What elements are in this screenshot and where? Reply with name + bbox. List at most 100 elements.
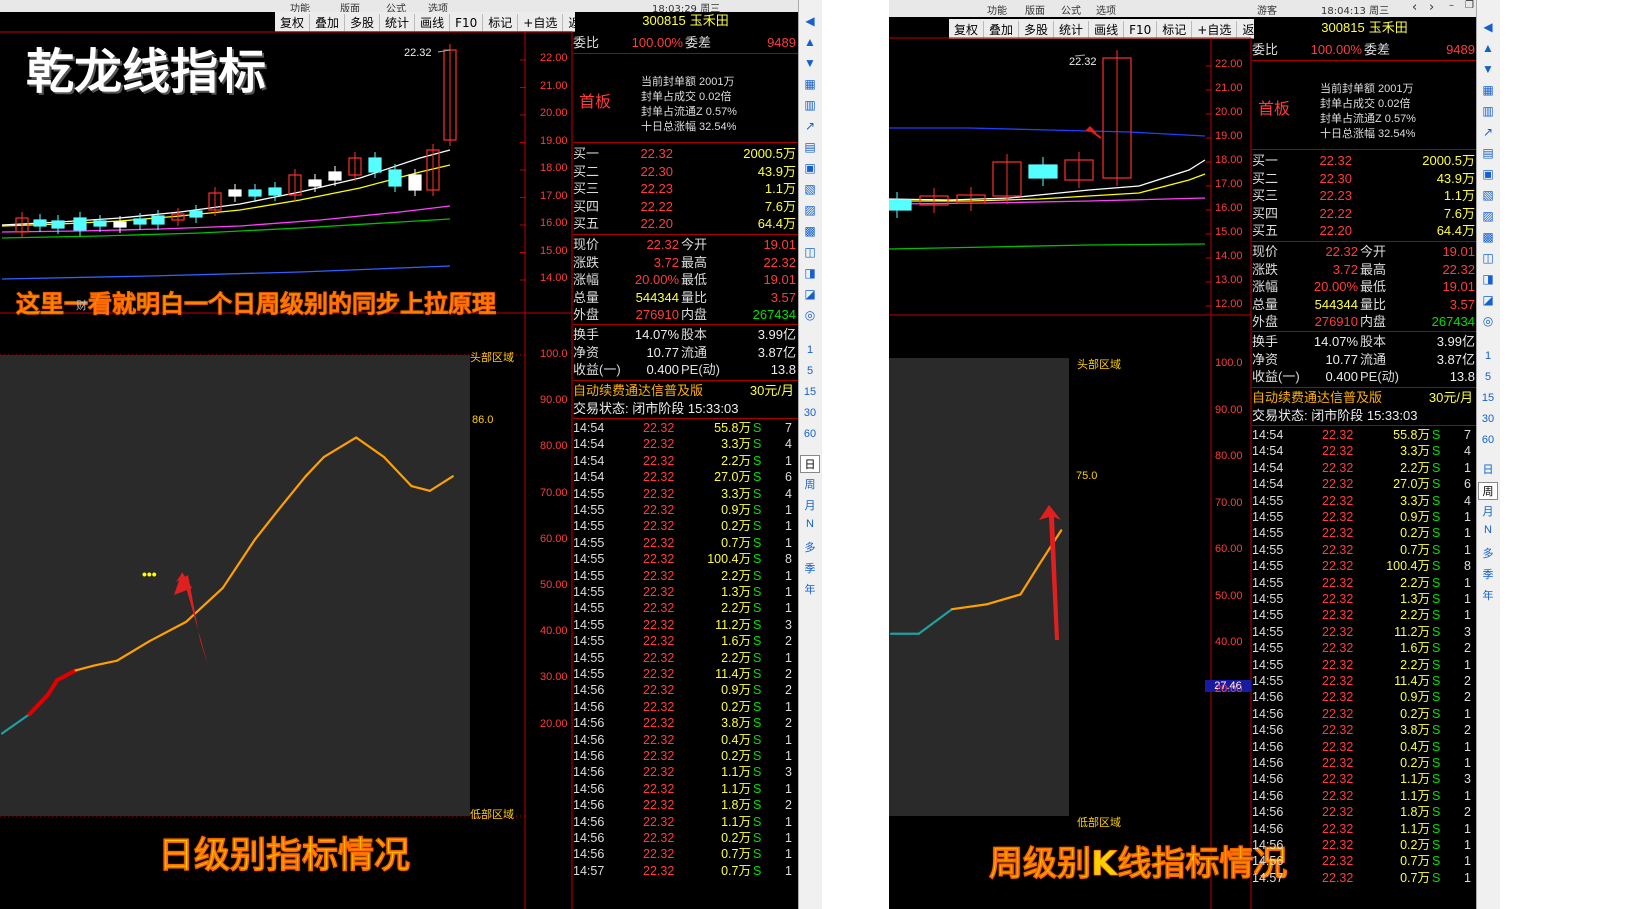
ad-row[interactable]: 自动续费通达信普及版 30元/月 (573, 382, 798, 399)
tick-side: S (753, 453, 762, 468)
tick-count: 1 (785, 847, 792, 862)
tool-icon[interactable]: ◀ (800, 14, 820, 28)
tick-side: S (1432, 592, 1441, 606)
tick-count: 2 (785, 798, 792, 813)
tool-icon[interactable]: ▤ (800, 140, 820, 154)
tool-icon[interactable]: ↗ (800, 119, 820, 133)
tool-icon[interactable]: ▤ (1478, 146, 1498, 160)
tool-icon[interactable]: ▥ (1478, 104, 1498, 118)
period-button[interactable]: 日 (800, 455, 820, 473)
period-button[interactable]: 15 (1478, 392, 1498, 404)
ad-price[interactable]: 30元/月 (750, 382, 794, 399)
ad-text[interactable]: 自动续费通达信普及版 (573, 383, 703, 398)
tool-icon[interactable]: ▣ (800, 161, 820, 175)
period-button[interactable]: 月 (1478, 503, 1498, 519)
tick-row: 14:55 22.32 3.3万 S 4 (573, 486, 798, 503)
tick-price: 22.32 (643, 814, 675, 829)
period-button[interactable]: 多 (800, 539, 820, 555)
tick-side: S (753, 486, 762, 501)
tool-icon[interactable]: ▲ (1478, 41, 1498, 55)
tick-volume: 0.9万 (721, 503, 751, 517)
tick-price: 22.32 (1322, 477, 1354, 492)
tick-price: 22.32 (1322, 444, 1354, 459)
tool-icon[interactable]: ▧ (1478, 188, 1498, 202)
period-button[interactable]: 60 (1478, 434, 1498, 446)
period-button[interactable]: 5 (1478, 371, 1498, 383)
tick-side: S (753, 863, 762, 878)
period-button[interactable]: 30 (800, 407, 820, 419)
divider (1252, 331, 1477, 332)
stat-value: 20.00% (634, 272, 679, 287)
period-button[interactable]: 季 (800, 560, 820, 576)
tool-icon[interactable]: ▼ (1478, 62, 1498, 76)
tool-icon[interactable]: ◀ (1478, 20, 1498, 34)
top-zone-label: 头部区域 (470, 352, 514, 364)
period-button[interactable]: 年 (800, 581, 820, 597)
tool-icon[interactable]: ◎ (800, 308, 820, 322)
tick-row: 14:54 22.32 2.2万 S 1 (573, 453, 798, 470)
axis-tick-label: 90.00 (1215, 403, 1243, 416)
tick-row: 14:55 22.32 11.2万 S 3 (1252, 624, 1477, 641)
tool-icon[interactable]: ▥ (800, 98, 820, 112)
tool-icon[interactable]: ◪ (1478, 293, 1498, 307)
divider (1252, 425, 1477, 426)
period-button[interactable]: 1 (800, 344, 820, 356)
tool-icon[interactable]: ▣ (1478, 167, 1498, 181)
tool-icon[interactable]: ◫ (800, 245, 820, 259)
tool-icon[interactable]: ↗ (1478, 125, 1498, 139)
tool-icon[interactable]: ▩ (1478, 230, 1498, 244)
ad-text[interactable]: 自动续费通达信普及版 (1252, 390, 1382, 405)
tool-icon[interactable]: ▲ (800, 35, 820, 49)
tick-row: 14:56 22.32 1.1万 S 1 (573, 814, 798, 831)
period-button[interactable]: 30 (1478, 413, 1498, 425)
tool-icon[interactable]: ▩ (800, 224, 820, 238)
tick-side: S (1432, 854, 1441, 869)
stat-value: 276910 (1314, 314, 1358, 329)
tool-icon[interactable]: ▧ (800, 182, 820, 196)
stat-row: 总量 544344 量比 3.57 (1252, 296, 1477, 313)
tick-time: 14:55 (1252, 542, 1284, 557)
period-button[interactable]: N (800, 518, 820, 530)
period-button[interactable]: 月 (800, 497, 820, 513)
tool-icon[interactable]: ◫ (1478, 251, 1498, 265)
tick-price: 22.32 (1322, 608, 1354, 623)
stat-label: 涨幅 (1252, 279, 1279, 294)
tick-volume: 11.2万 (1394, 624, 1430, 639)
tick-count: 1 (1464, 592, 1471, 606)
tool-icon[interactable]: ◪ (800, 287, 820, 301)
period-button[interactable]: 60 (800, 428, 820, 440)
stat-label: 最低 (681, 272, 708, 287)
period-button[interactable]: 5 (800, 365, 820, 377)
bid-volume: 7.6万 (1443, 205, 1475, 221)
bid-row: 买四 22.22 7.6万 (573, 198, 798, 215)
stock-name: 玉禾田 (689, 13, 729, 28)
stat-row: 净资 10.77 流通 3.87亿 (573, 344, 798, 361)
tool-icon[interactable]: ◨ (1478, 272, 1498, 286)
period-button[interactable]: 周 (800, 476, 820, 492)
bottom-zone-label: 低部区域 (1077, 817, 1121, 829)
divider (573, 380, 798, 381)
tick-volume: 27.0万 (714, 470, 751, 485)
ad-price[interactable]: 30元/月 (1429, 389, 1473, 406)
tick-side: S (1432, 870, 1441, 885)
tool-icon[interactable]: ◨ (800, 266, 820, 280)
tool-icon[interactable]: ▨ (800, 203, 820, 217)
period-button[interactable]: 季 (1478, 566, 1498, 582)
period-button[interactable]: 周 (1478, 482, 1498, 500)
tool-icon[interactable]: ▨ (1478, 209, 1498, 223)
tool-icon[interactable]: ▦ (800, 77, 820, 91)
period-button[interactable]: N (1478, 524, 1498, 536)
tick-row: 14:56 22.32 0.9万 S 2 (573, 682, 798, 699)
stat-label: 最高 (681, 254, 708, 270)
tool-icon[interactable]: ◎ (1478, 314, 1498, 328)
period-button[interactable]: 日 (1478, 461, 1498, 477)
period-button[interactable]: 1 (1478, 350, 1498, 362)
tick-row: 14:56 22.32 1.8万 S 2 (573, 797, 798, 814)
tick-time: 14:56 (1252, 739, 1284, 754)
period-button[interactable]: 年 (1478, 587, 1498, 603)
ad-row[interactable]: 自动续费通达信普及版 30元/月 (1252, 389, 1477, 406)
period-button[interactable]: 多 (1478, 545, 1498, 561)
tool-icon[interactable]: ▦ (1478, 83, 1498, 97)
tool-icon[interactable]: ▼ (800, 56, 820, 70)
period-button[interactable]: 15 (800, 386, 820, 398)
